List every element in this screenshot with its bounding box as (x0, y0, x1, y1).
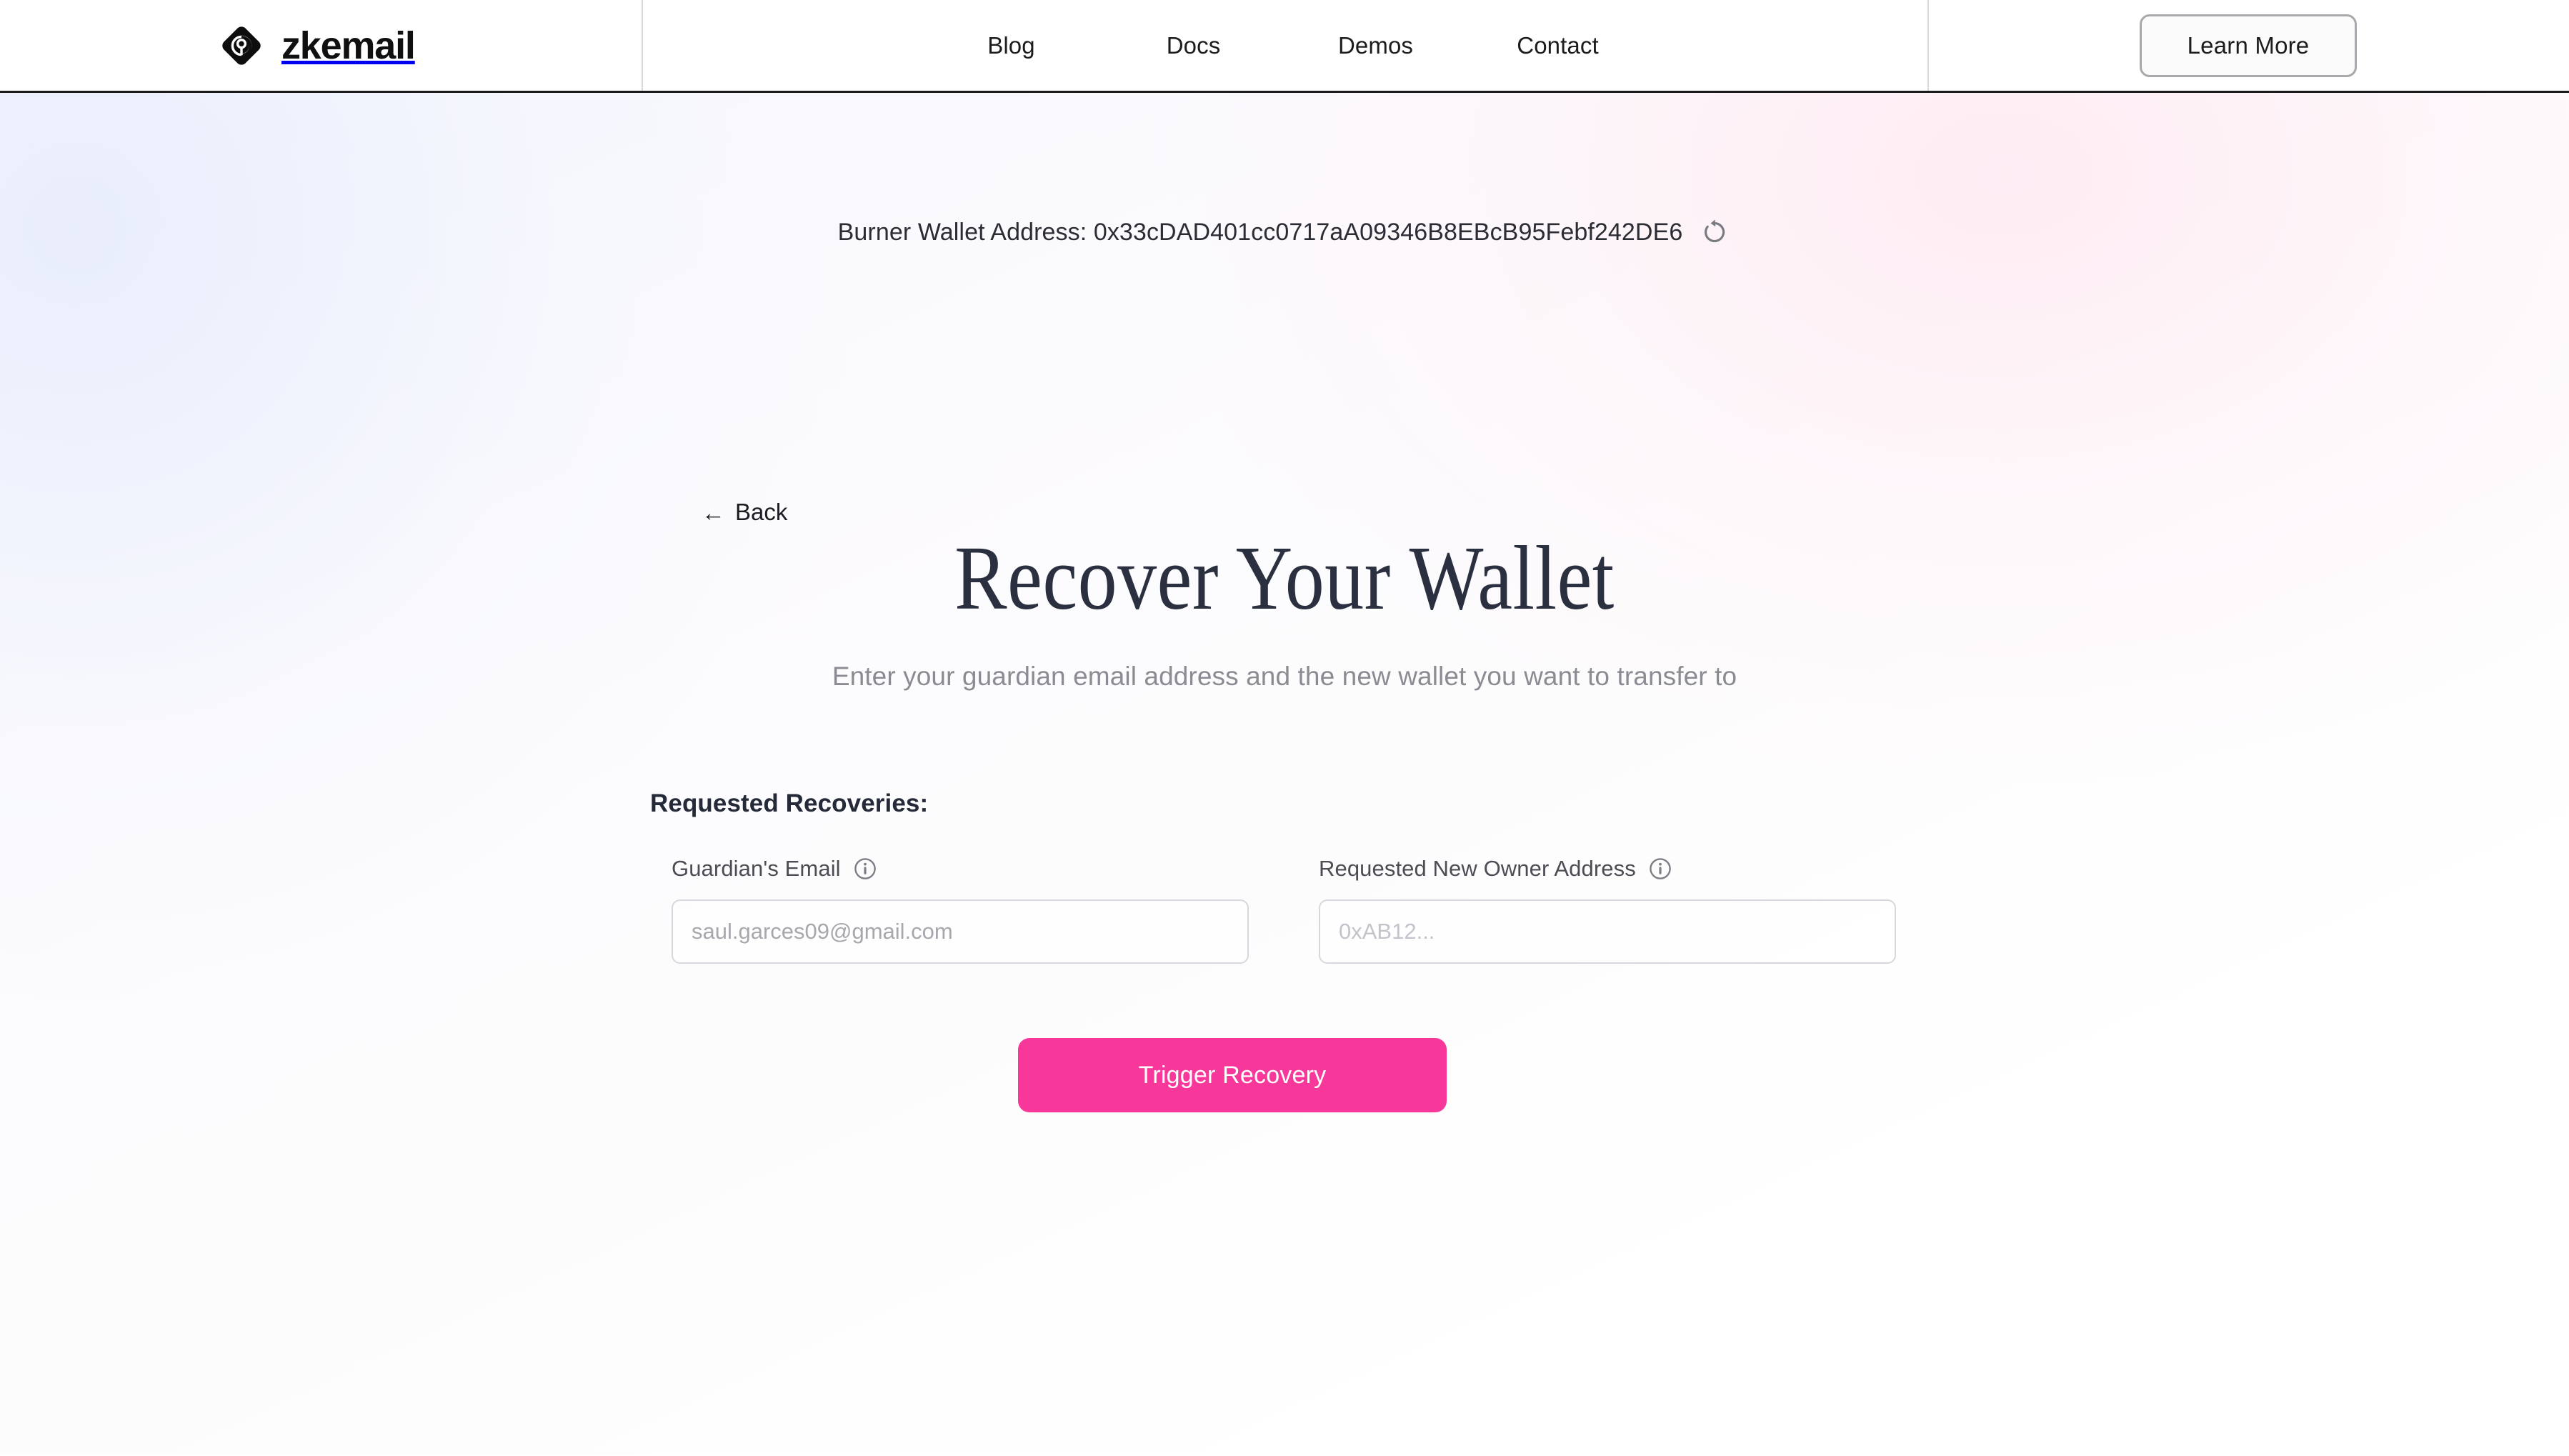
zkemail-diamond-logo-icon (222, 26, 261, 65)
refresh-icon-glyph (1705, 219, 1725, 243)
brand-name: zkemail (281, 24, 416, 67)
recovery-form: Requested Recoveries: Guardian's Email s… (650, 789, 1936, 1112)
navbar-links: Blog Docs Demos Contact (642, 0, 1927, 91)
page-root: zkemail Blog Docs Demos Contact Learn Mo… (0, 0, 2569, 1456)
learn-more-button[interactable]: Learn More (2139, 14, 2358, 77)
guardian-email-label: Guardian's Email (672, 856, 841, 881)
guardian-email-input[interactable] (672, 899, 1249, 964)
submit-row: Trigger Recovery (650, 1038, 1936, 1112)
guardian-email-info-icon[interactable] (854, 857, 877, 880)
brand-logo-link[interactable]: zkemail (221, 0, 416, 91)
refresh-icon[interactable] (1698, 216, 1731, 249)
main-content: Burner Wallet Address: 0x33cDAD401cc0717… (0, 93, 2569, 1454)
top-navbar: zkemail Blog Docs Demos Contact Learn Mo… (0, 0, 2569, 93)
new-owner-address-input[interactable] (1319, 899, 1896, 964)
navbar-cta-area: Learn More (1927, 0, 2569, 91)
page-title: Recover Your Wallet (954, 527, 1615, 629)
guardian-email-label-row: Guardian's Email (672, 855, 1249, 882)
nav-link-demos[interactable]: Demos (1284, 24, 1467, 68)
trigger-recovery-button[interactable]: Trigger Recovery (1018, 1038, 1447, 1112)
burner-wallet-bar: Burner Wallet Address: 0x33cDAD401cc0717… (0, 216, 2569, 249)
burner-wallet-address-text: Burner Wallet Address: 0x33cDAD401cc0717… (837, 218, 1683, 246)
requested-recoveries-heading: Requested Recoveries: (650, 789, 929, 817)
page-subtitle: Enter your guardian email address and th… (832, 661, 1737, 691)
new-owner-address-label: Requested New Owner Address (1319, 856, 1636, 881)
nav-link-contact[interactable]: Contact (1467, 24, 1649, 68)
new-owner-address-info-icon[interactable] (1649, 857, 1672, 880)
back-arrow-icon: ← (702, 499, 725, 526)
nav-link-docs[interactable]: Docs (1102, 24, 1284, 68)
nav-link-blog[interactable]: Blog (920, 24, 1102, 68)
hero-section: Recover Your Wallet Enter your guardian … (0, 527, 2569, 692)
new-owner-address-field-group: Requested New Owner Address (1319, 855, 1896, 964)
back-link-label: Back (735, 499, 788, 525)
guardian-email-field-group: Guardian's Email (672, 855, 1249, 964)
back-link[interactable]: ← Back (702, 499, 787, 526)
new-owner-address-label-row: Requested New Owner Address (1319, 855, 1896, 882)
form-fields-row: Guardian's Email Requested New Owner Add… (650, 855, 1936, 964)
